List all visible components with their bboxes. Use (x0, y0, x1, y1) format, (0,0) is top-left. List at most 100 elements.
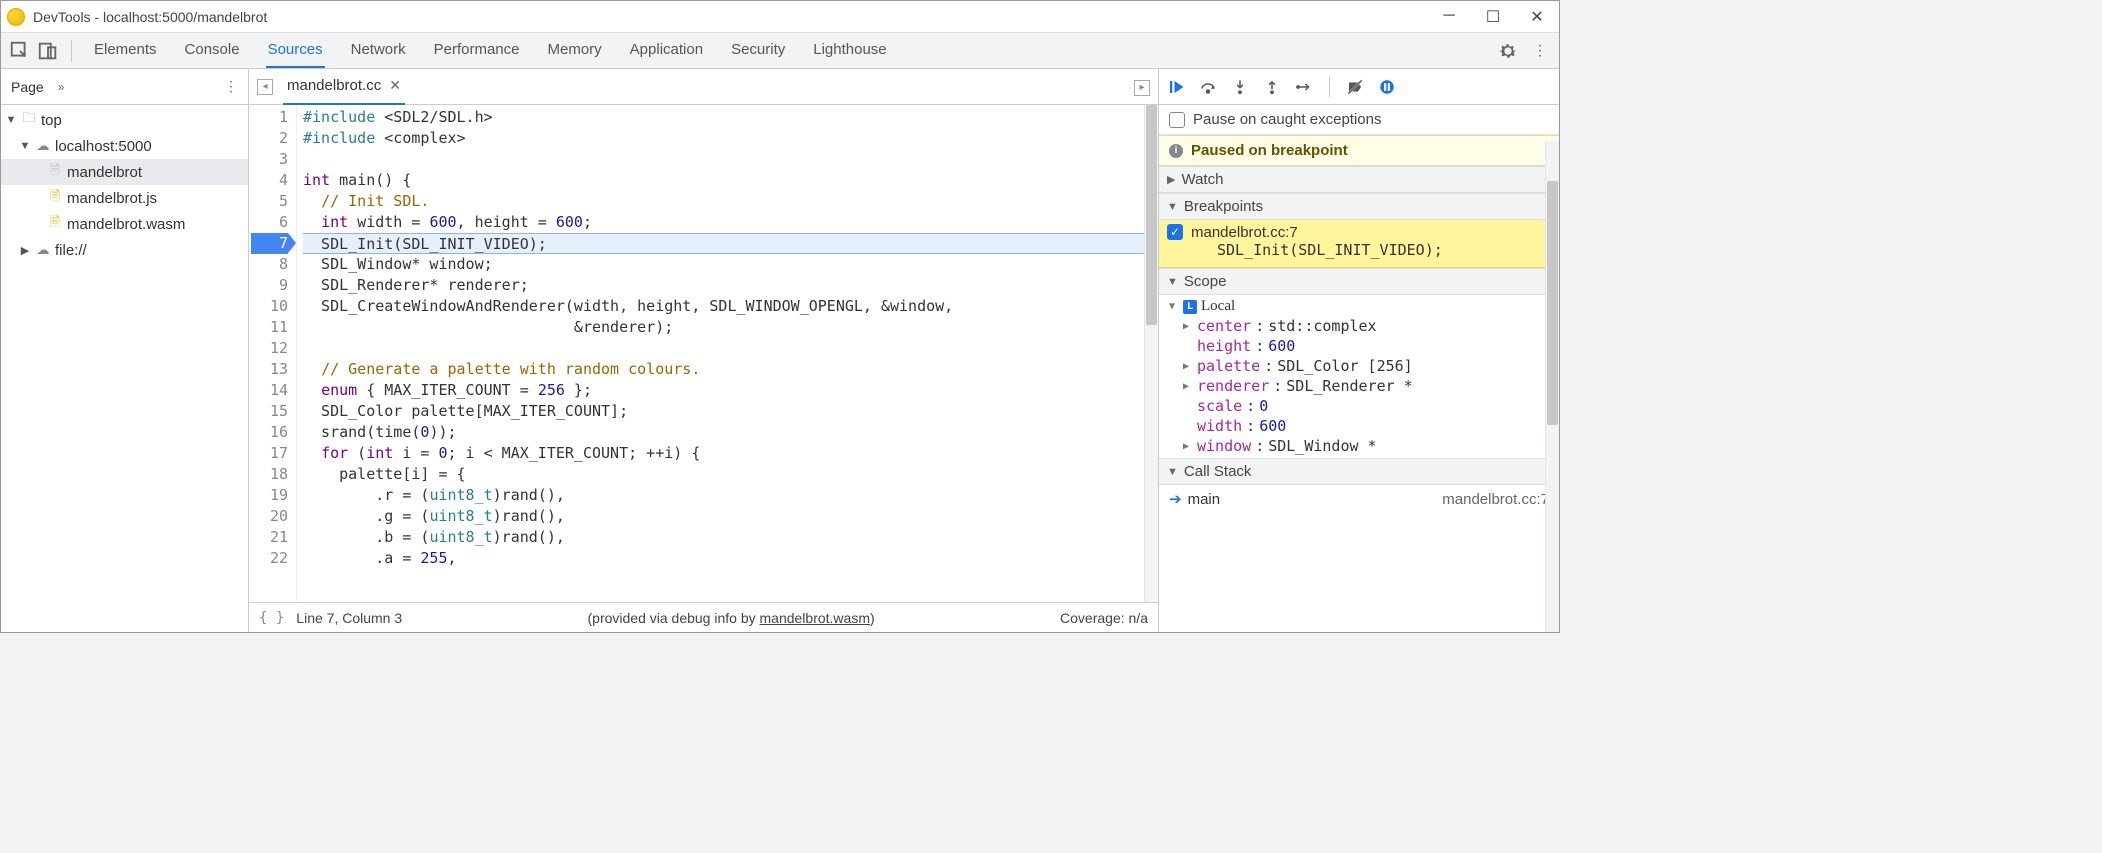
code-line[interactable]: int main() { (303, 170, 1144, 191)
toggle-debugger-icon[interactable]: ▸ (1134, 80, 1150, 96)
navigator-kebab-icon[interactable]: ⋮ (224, 78, 238, 95)
line-gutter[interactable]: 12345678910111213141516171819202122 (249, 105, 297, 602)
pause-on-exceptions-icon[interactable] (1378, 78, 1396, 96)
code-line[interactable]: .a = 255, (303, 548, 1144, 569)
debugger-scrollbar[interactable] (1545, 141, 1559, 632)
callstack-frame[interactable]: ➔ main mandelbrot.cc:7 (1159, 485, 1559, 513)
more-tabs-chevron-icon[interactable]: » (58, 80, 65, 94)
code-line[interactable]: for (int i = 0; i < MAX_ITER_COUNT; ++i)… (303, 443, 1144, 464)
line-number[interactable]: 3 (251, 149, 288, 170)
tree-host[interactable]: ▼ ☁ localhost:5000 (1, 133, 248, 159)
section-callstack[interactable]: ▼ Call Stack (1159, 458, 1559, 485)
editor-tab-mandelbrot-cc[interactable]: mandelbrot.cc ✕ (283, 68, 405, 105)
line-number[interactable]: 11 (251, 317, 288, 338)
line-number[interactable]: 18 (251, 464, 288, 485)
breakpoint-checkbox[interactable]: ✓ (1167, 224, 1183, 240)
line-number[interactable]: 9 (251, 275, 288, 296)
code-line[interactable]: enum { MAX_ITER_COUNT = 256 }; (303, 380, 1144, 401)
toggle-navigator-icon[interactable]: ◂ (257, 79, 273, 95)
line-number[interactable]: 21 (251, 527, 288, 548)
section-scope[interactable]: ▼ Scope (1159, 268, 1559, 295)
debug-info-link[interactable]: mandelbrot.wasm (760, 610, 871, 626)
minimize-button[interactable]: ─ (1441, 7, 1457, 27)
line-number[interactable]: 10 (251, 296, 288, 317)
code-line[interactable]: // Init SDL. (303, 191, 1144, 212)
navigator-tab-page[interactable]: Page (11, 79, 44, 95)
tab-lighthouse[interactable]: Lighthouse (811, 33, 888, 68)
code-line[interactable]: SDL_CreateWindowAndRenderer(width, heigh… (303, 296, 1144, 317)
line-number[interactable]: 4 (251, 170, 288, 191)
code-line[interactable]: int width = 600, height = 600; (303, 212, 1144, 233)
settings-gear-icon[interactable] (1497, 40, 1519, 62)
inspect-element-icon[interactable] (9, 40, 31, 62)
code-line[interactable]: #include <complex> (303, 128, 1144, 149)
line-number[interactable]: 19 (251, 485, 288, 506)
tab-sources[interactable]: Sources (266, 33, 325, 68)
line-number[interactable]: 22 (251, 548, 288, 569)
tab-memory[interactable]: Memory (546, 33, 604, 68)
scope-variable[interactable]: ▶renderer: SDL_Renderer * (1163, 376, 1555, 396)
code-line[interactable] (303, 338, 1144, 359)
close-tab-icon[interactable]: ✕ (389, 77, 401, 94)
code-line[interactable]: SDL_Renderer* renderer; (303, 275, 1144, 296)
editor-scrollbar[interactable] (1144, 105, 1158, 602)
code-line[interactable]: .r = (uint8_t)rand(), (303, 485, 1144, 506)
tab-security[interactable]: Security (729, 33, 787, 68)
code-lines[interactable]: #include <SDL2/SDL.h>#include <complex> i… (297, 105, 1144, 602)
pretty-print-icon[interactable]: { } (259, 610, 284, 626)
line-number[interactable]: 7 (251, 233, 288, 254)
scope-variable[interactable]: ▶center: std::complex (1163, 316, 1555, 336)
step-over-icon[interactable] (1199, 78, 1217, 96)
code-line[interactable] (303, 149, 1144, 170)
scope-variable[interactable]: height: 600 (1163, 336, 1555, 356)
deactivate-breakpoints-icon[interactable] (1346, 78, 1364, 96)
code-line[interactable]: &renderer); (303, 317, 1144, 338)
line-number[interactable]: 1 (251, 107, 288, 128)
device-toolbar-icon[interactable] (37, 40, 59, 62)
code-line[interactable]: #include <SDL2/SDL.h> (303, 107, 1144, 128)
code-editor[interactable]: 12345678910111213141516171819202122 #inc… (249, 105, 1158, 602)
step-into-icon[interactable] (1231, 78, 1249, 96)
step-icon[interactable] (1295, 78, 1313, 96)
tree-file-mandelbrot[interactable]: 🗎 mandelbrot (1, 159, 248, 185)
scope-variable[interactable]: ▶window: SDL_Window * (1163, 436, 1555, 456)
line-number[interactable]: 6 (251, 212, 288, 233)
step-out-icon[interactable] (1263, 78, 1281, 96)
tab-console[interactable]: Console (183, 33, 242, 68)
line-number[interactable]: 16 (251, 422, 288, 443)
scope-variable[interactable]: ▶palette: SDL_Color [256] (1163, 356, 1555, 376)
section-breakpoints[interactable]: ▼ Breakpoints (1159, 193, 1559, 220)
code-line[interactable]: .g = (uint8_t)rand(), (303, 506, 1144, 527)
code-line[interactable]: palette[i] = { (303, 464, 1144, 485)
tree-file-mandelbrot-js[interactable]: 🗎 mandelbrot.js (1, 185, 248, 211)
tab-application[interactable]: Application (628, 33, 705, 68)
close-button[interactable]: ✕ (1529, 7, 1545, 27)
scope-local-header[interactable]: ▼ L Local (1163, 297, 1555, 316)
tree-top-frame[interactable]: ▼ 🗀 top (1, 107, 248, 133)
line-number[interactable]: 5 (251, 191, 288, 212)
code-line[interactable]: srand(time(0)); (303, 422, 1144, 443)
pause-on-caught-checkbox[interactable] (1169, 112, 1185, 128)
line-number[interactable]: 17 (251, 443, 288, 464)
code-line[interactable]: SDL_Color palette[MAX_ITER_COUNT]; (303, 401, 1144, 422)
line-number[interactable]: 20 (251, 506, 288, 527)
code-line[interactable]: SDL_Init(SDL_INIT_VIDEO); (303, 233, 1144, 254)
code-line[interactable]: // Generate a palette with random colour… (303, 359, 1144, 380)
code-line[interactable]: .b = (uint8_t)rand(), (303, 527, 1144, 548)
pause-on-caught-exceptions-row[interactable]: Pause on caught exceptions (1159, 105, 1559, 135)
tab-elements[interactable]: Elements (92, 33, 159, 68)
section-watch[interactable]: ▶ Watch (1159, 166, 1559, 193)
tree-file-mandelbrot-wasm[interactable]: 🗎 mandelbrot.wasm (1, 211, 248, 237)
scope-variable[interactable]: width: 600 (1163, 416, 1555, 436)
tree-filescheme[interactable]: ▶ ☁ file:// (1, 237, 248, 263)
breakpoint-item[interactable]: ✓ mandelbrot.cc:7 SDL_Init(SDL_INIT_VIDE… (1159, 220, 1559, 268)
scope-variable[interactable]: scale: 0 (1163, 396, 1555, 416)
maximize-button[interactable]: ☐ (1485, 7, 1501, 27)
line-number[interactable]: 13 (251, 359, 288, 380)
kebab-menu-icon[interactable]: ⋮ (1529, 40, 1551, 62)
line-number[interactable]: 12 (251, 338, 288, 359)
line-number[interactable]: 8 (251, 254, 288, 275)
tab-network[interactable]: Network (349, 33, 408, 68)
line-number[interactable]: 14 (251, 380, 288, 401)
code-line[interactable]: SDL_Window* window; (303, 254, 1144, 275)
